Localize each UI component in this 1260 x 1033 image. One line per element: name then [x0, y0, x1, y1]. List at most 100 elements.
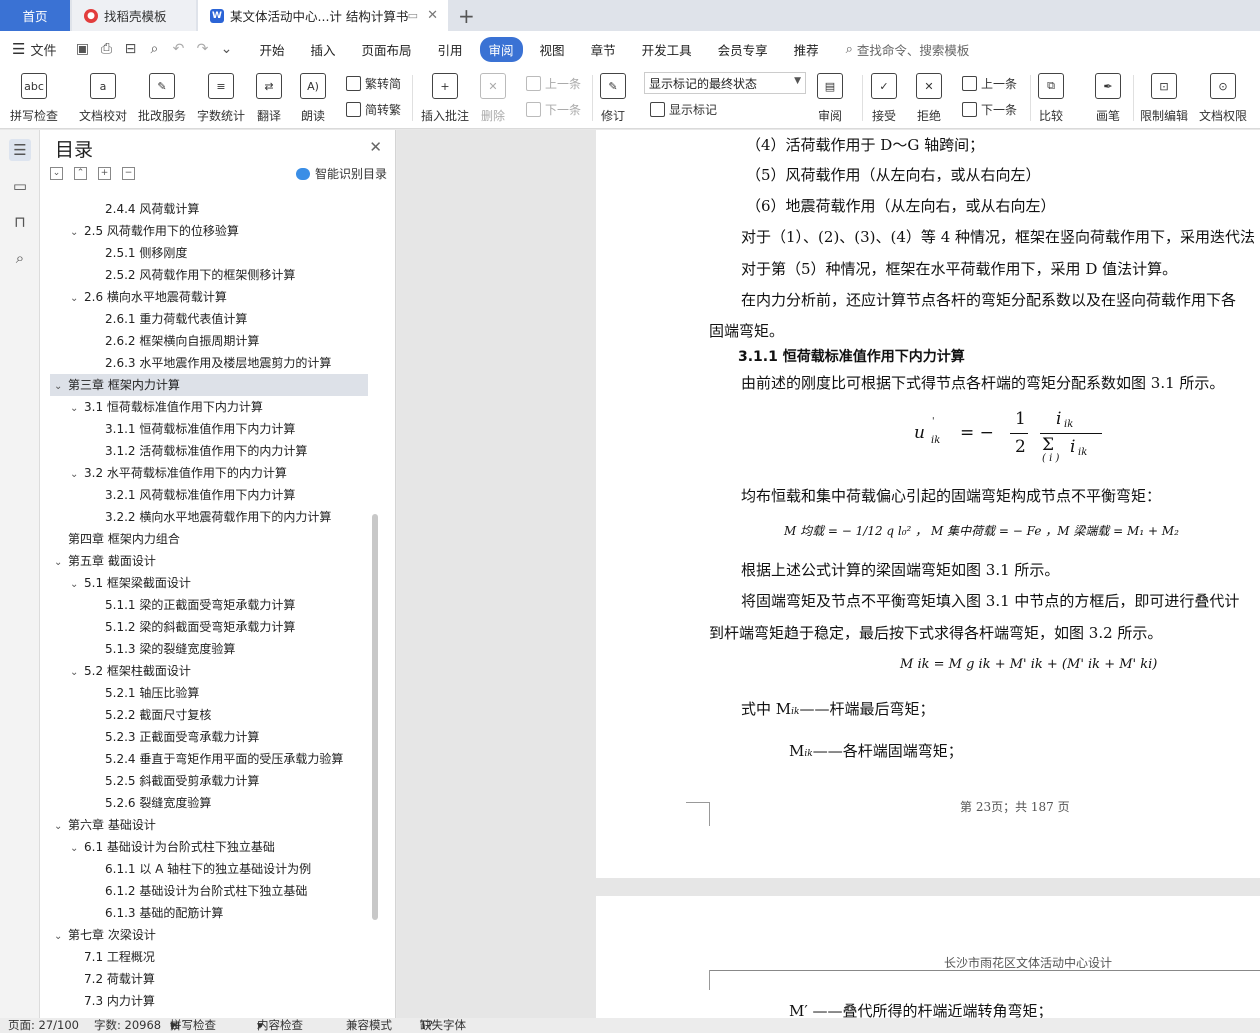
toc-item[interactable]: 3.2.1 风荷载标准值作用下内力计算	[50, 484, 295, 506]
toc-item[interactable]: 2.6.2 框架横向自振周期计算	[50, 330, 259, 352]
toc-item[interactable]: ⌄ 3.2 水平荷载标准值作用下的内力计算	[50, 462, 287, 484]
prev-change-button[interactable]: 上一条	[962, 75, 1017, 92]
menu-review[interactable]: 审阅	[479, 36, 523, 62]
toc-item[interactable]: 2.5.1 侧移刚度	[50, 242, 187, 264]
toc-item[interactable]: 5.2.1 轴压比验算	[50, 682, 199, 704]
undo-icon[interactable]: ↶	[166, 41, 190, 57]
toc-item[interactable]: 5.1.1 梁的正截面受弯矩承载力计算	[50, 594, 295, 616]
toc-item[interactable]: 5.2.2 截面尺寸复核	[50, 704, 211, 726]
chevron-down-icon[interactable]: ⌄	[70, 398, 84, 420]
chevron-down-icon[interactable]: ⌄	[54, 816, 68, 838]
show-markup-button[interactable]: 显示标记	[650, 101, 717, 118]
toc-item[interactable]: ⌄ 第五章 截面设计	[50, 550, 156, 572]
chevron-down-icon[interactable]: ⌄	[70, 288, 84, 310]
monitor-icon[interactable]: ▭	[408, 9, 418, 22]
markup-state-select[interactable]: 显示标记的最终状态 ▼	[644, 72, 806, 94]
toc-item[interactable]: ⌄ 2.5 风荷载作用下的位移验算	[50, 220, 239, 242]
compare-button[interactable]: ⧉ 比较	[1038, 71, 1064, 127]
toc-item[interactable]: 5.1.3 梁的裂缝宽度验算	[50, 638, 235, 660]
toc-scrollbar[interactable]	[372, 514, 378, 920]
trad-to-simp-button[interactable]: 繁转简	[346, 75, 401, 92]
toc-item[interactable]: 6.1.2 基础设计为台阶式柱下独立基础	[50, 880, 307, 902]
tab-document[interactable]: W 某文体活动中心...计 结构计算书 ▭ ✕	[198, 0, 448, 31]
menu-home[interactable]: 开始	[250, 37, 293, 62]
chevron-down-icon[interactable]: ⌄	[70, 574, 84, 596]
toc-item[interactable]: 3.2.2 横向水平地震荷载作用下的内力计算	[50, 506, 331, 528]
review-service-button[interactable]: ✎ 批改服务	[138, 71, 186, 127]
new-tab-icon[interactable]: +	[458, 4, 475, 28]
menu-references[interactable]: 引用	[429, 37, 472, 62]
toc-item[interactable]: 5.1.2 梁的斜截面受弯矩承载力计算	[50, 616, 295, 638]
toc-item[interactable]: ⌄ 5.1 框架梁截面设计	[50, 572, 191, 594]
toc-item[interactable]: 2.6.1 重力荷载代表值计算	[50, 308, 247, 330]
chevron-down-icon[interactable]: ⌄	[54, 926, 68, 948]
toc-item[interactable]: ⌄ 第七章 次梁设计	[50, 924, 156, 946]
next-change-button[interactable]: 下一条	[962, 101, 1017, 118]
toc-item[interactable]: 5.2.5 斜截面受剪承载力计算	[50, 770, 259, 792]
menu-recommend[interactable]: 推荐	[785, 37, 828, 62]
add-heading-icon[interactable]: +	[98, 167, 111, 180]
collapse-all-icon[interactable]: ⌃	[74, 167, 87, 180]
chevron-down-icon[interactable]: ⌄	[54, 552, 68, 574]
toc-item[interactable]: 6.1.1 以 A 轴柱下的独立基础设计为例	[50, 858, 311, 880]
toc-item[interactable]: ⌄ 2.6 横向水平地震荷载计算	[50, 286, 227, 308]
review-pane-button[interactable]: ▤ 审阅	[817, 71, 843, 127]
search-icon[interactable]: ⌕	[9, 247, 31, 269]
export-icon[interactable]: ⎙	[94, 41, 118, 57]
toc-item[interactable]: 5.2.3 正截面受弯承载力计算	[50, 726, 259, 748]
page-indicator[interactable]: 页面: 27/100	[8, 1018, 79, 1033]
toc-item[interactable]: ⌄ 6.1 基础设计为台阶式柱下独立基础	[50, 836, 275, 858]
tab-home[interactable]: 首页	[0, 0, 70, 31]
toc-item[interactable]: 3.1.2 活荷载标准值作用下的内力计算	[50, 440, 307, 462]
toc-item[interactable]: 3.1.1 恒荷载标准值作用下内力计算	[50, 418, 295, 440]
next-comment-button[interactable]: 下一条	[526, 101, 581, 118]
reject-button[interactable]: ✕ 拒绝	[916, 71, 942, 127]
close-icon[interactable]: ✕	[369, 138, 382, 156]
restrict-edit-button[interactable]: ⊡ 限制编辑	[1140, 71, 1188, 127]
toc-item[interactable]: ⌄ 5.2 框架柱截面设计	[50, 660, 191, 682]
toc-item[interactable]: 2.5.2 风荷载作用下的框架侧移计算	[50, 264, 295, 286]
toc-item[interactable]: 第四章 框架内力组合	[50, 528, 180, 550]
read-aloud-button[interactable]: A) 朗读	[300, 71, 326, 127]
menu-insert[interactable]: 插入	[301, 37, 344, 62]
doc-proof-button[interactable]: a 文档校对	[79, 71, 127, 127]
chapter-icon[interactable]: ▭	[9, 175, 31, 197]
prev-comment-button[interactable]: 上一条	[526, 75, 581, 92]
print-icon[interactable]: ⊟	[118, 41, 142, 57]
doc-permission-button[interactable]: ⊙ 文档权限	[1199, 71, 1247, 127]
toc-item[interactable]: ⌄ 3.1 恒荷载标准值作用下内力计算	[50, 396, 263, 418]
simp-to-trad-button[interactable]: 简转繁	[346, 101, 401, 118]
preview-icon[interactable]: ⌕	[142, 41, 166, 57]
remove-heading-icon[interactable]: −	[122, 167, 135, 180]
toc-item[interactable]: 5.2.6 裂缝宽度验算	[50, 792, 211, 814]
bookmark-icon[interactable]: ⊓	[9, 211, 31, 233]
chevron-down-icon[interactable]: ⌄	[70, 464, 84, 486]
delete-comment-button[interactable]: ✕ 删除	[480, 71, 506, 127]
toc-item[interactable]: 7.1 工程概况	[50, 946, 155, 968]
menu-developer[interactable]: 开发工具	[633, 37, 701, 62]
track-changes-button[interactable]: ✎ 修订	[600, 71, 626, 127]
chevron-down-icon[interactable]: ⌄	[70, 222, 84, 244]
word-count-indicator[interactable]: 字数: 20968	[94, 1018, 161, 1033]
word-count-button[interactable]: ≡ 字数统计	[197, 71, 245, 127]
tab-template[interactable]: ● 找稻壳模板	[72, 0, 196, 31]
smart-toc-button[interactable]: 智能识别目录	[295, 165, 387, 182]
expand-all-icon[interactable]: ⌄	[50, 167, 63, 180]
toc-item[interactable]: 2.6.3 水平地震作用及楼层地震剪力的计算	[50, 352, 331, 374]
redo-icon[interactable]: ↷	[190, 41, 214, 57]
translate-button[interactable]: ⇄ 翻译	[256, 71, 282, 127]
toc-item[interactable]: 5.2.4 垂直于弯矩作用平面的受压承载力验算	[50, 748, 343, 770]
menu-view[interactable]: 视图	[531, 37, 574, 62]
menu-member[interactable]: 会员专享	[709, 37, 777, 62]
accept-button[interactable]: ✓ 接受	[871, 71, 897, 127]
command-search[interactable]: ⌕ 查找命令、搜索模板	[846, 40, 970, 59]
menu-section[interactable]: 章节	[582, 37, 625, 62]
close-tab-icon[interactable]: ✕	[427, 8, 438, 23]
toc-item[interactable]: 6.1.3 基础的配筋计算	[50, 902, 223, 924]
chevron-down-icon[interactable]: ⌄	[70, 662, 84, 684]
toc-item[interactable]: 2.4.4 风荷载计算	[50, 198, 199, 220]
chevron-down-icon[interactable]: ⌄	[70, 838, 84, 860]
toc-item[interactable]: 7.3 内力计算	[50, 990, 155, 1012]
more-icon[interactable]: ⌄	[214, 41, 238, 57]
insert-comment-button[interactable]: + 插入批注	[421, 71, 469, 127]
